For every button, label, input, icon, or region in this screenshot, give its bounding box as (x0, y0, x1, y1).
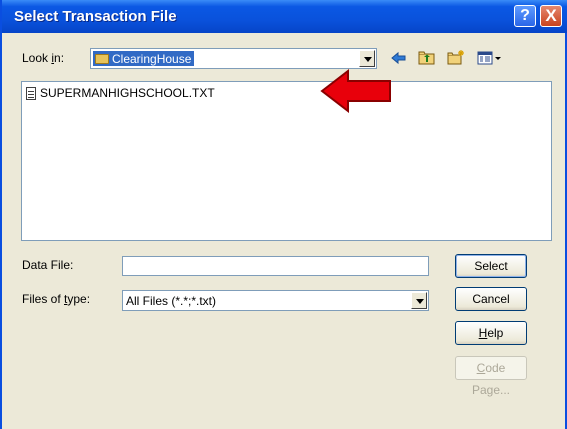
help-button[interactable]: Help (455, 321, 527, 345)
title-bar[interactable]: Select Transaction File ? X (2, 0, 567, 33)
look-in-label-prefix: Look (22, 51, 52, 65)
look-in-combobox[interactable]: ClearingHouse (90, 48, 377, 69)
up-folder-icon[interactable] (417, 49, 437, 67)
look-in-label: Look in: (22, 51, 64, 65)
dialog-title: Select Transaction File (14, 8, 177, 25)
title-help-button[interactable]: ? (514, 5, 536, 27)
chevron-down-icon[interactable] (359, 50, 375, 67)
help-label-rest: elp (487, 326, 504, 340)
data-file-label: Data File: (22, 258, 74, 272)
data-file-input[interactable] (122, 256, 429, 276)
select-button[interactable]: Select (455, 254, 527, 278)
files-of-type-label: Files of type: (22, 292, 90, 306)
files-of-type-suffix: ype: (67, 292, 91, 306)
back-icon[interactable] (389, 49, 409, 67)
file-list[interactable]: SUPERMANHIGHSCHOOL.TXT (21, 81, 552, 241)
code-page-mnemonic: C (476, 361, 486, 375)
look-in-selected-folder: ClearingHouse (93, 51, 195, 66)
folder-icon (95, 53, 109, 64)
files-of-type-value: All Files (*.*;*.txt) (126, 294, 217, 308)
chevron-down-icon[interactable] (411, 292, 427, 309)
list-item[interactable]: SUPERMANHIGHSCHOOL.TXT (26, 86, 215, 100)
file-name: SUPERMANHIGHSCHOOL.TXT (40, 86, 215, 100)
close-button[interactable]: X (540, 5, 562, 27)
files-of-type-prefix: Files of (22, 292, 65, 306)
cancel-button[interactable]: Cancel (455, 287, 527, 311)
annotation-arrow-icon (320, 69, 391, 113)
look-in-folder-name: ClearingHouse (112, 51, 192, 66)
code-page-button: Code Page... (455, 356, 527, 397)
view-menu-icon[interactable] (476, 49, 504, 67)
text-file-icon (26, 86, 36, 100)
look-in-label-suffix: n: (54, 51, 65, 65)
files-of-type-combobox[interactable]: All Files (*.*;*.txt) (122, 290, 429, 311)
close-icon: X (545, 6, 557, 25)
new-folder-icon[interactable] (446, 49, 466, 67)
select-transaction-file-dialog: Select Transaction File ? X Look in: Cle… (0, 0, 567, 429)
